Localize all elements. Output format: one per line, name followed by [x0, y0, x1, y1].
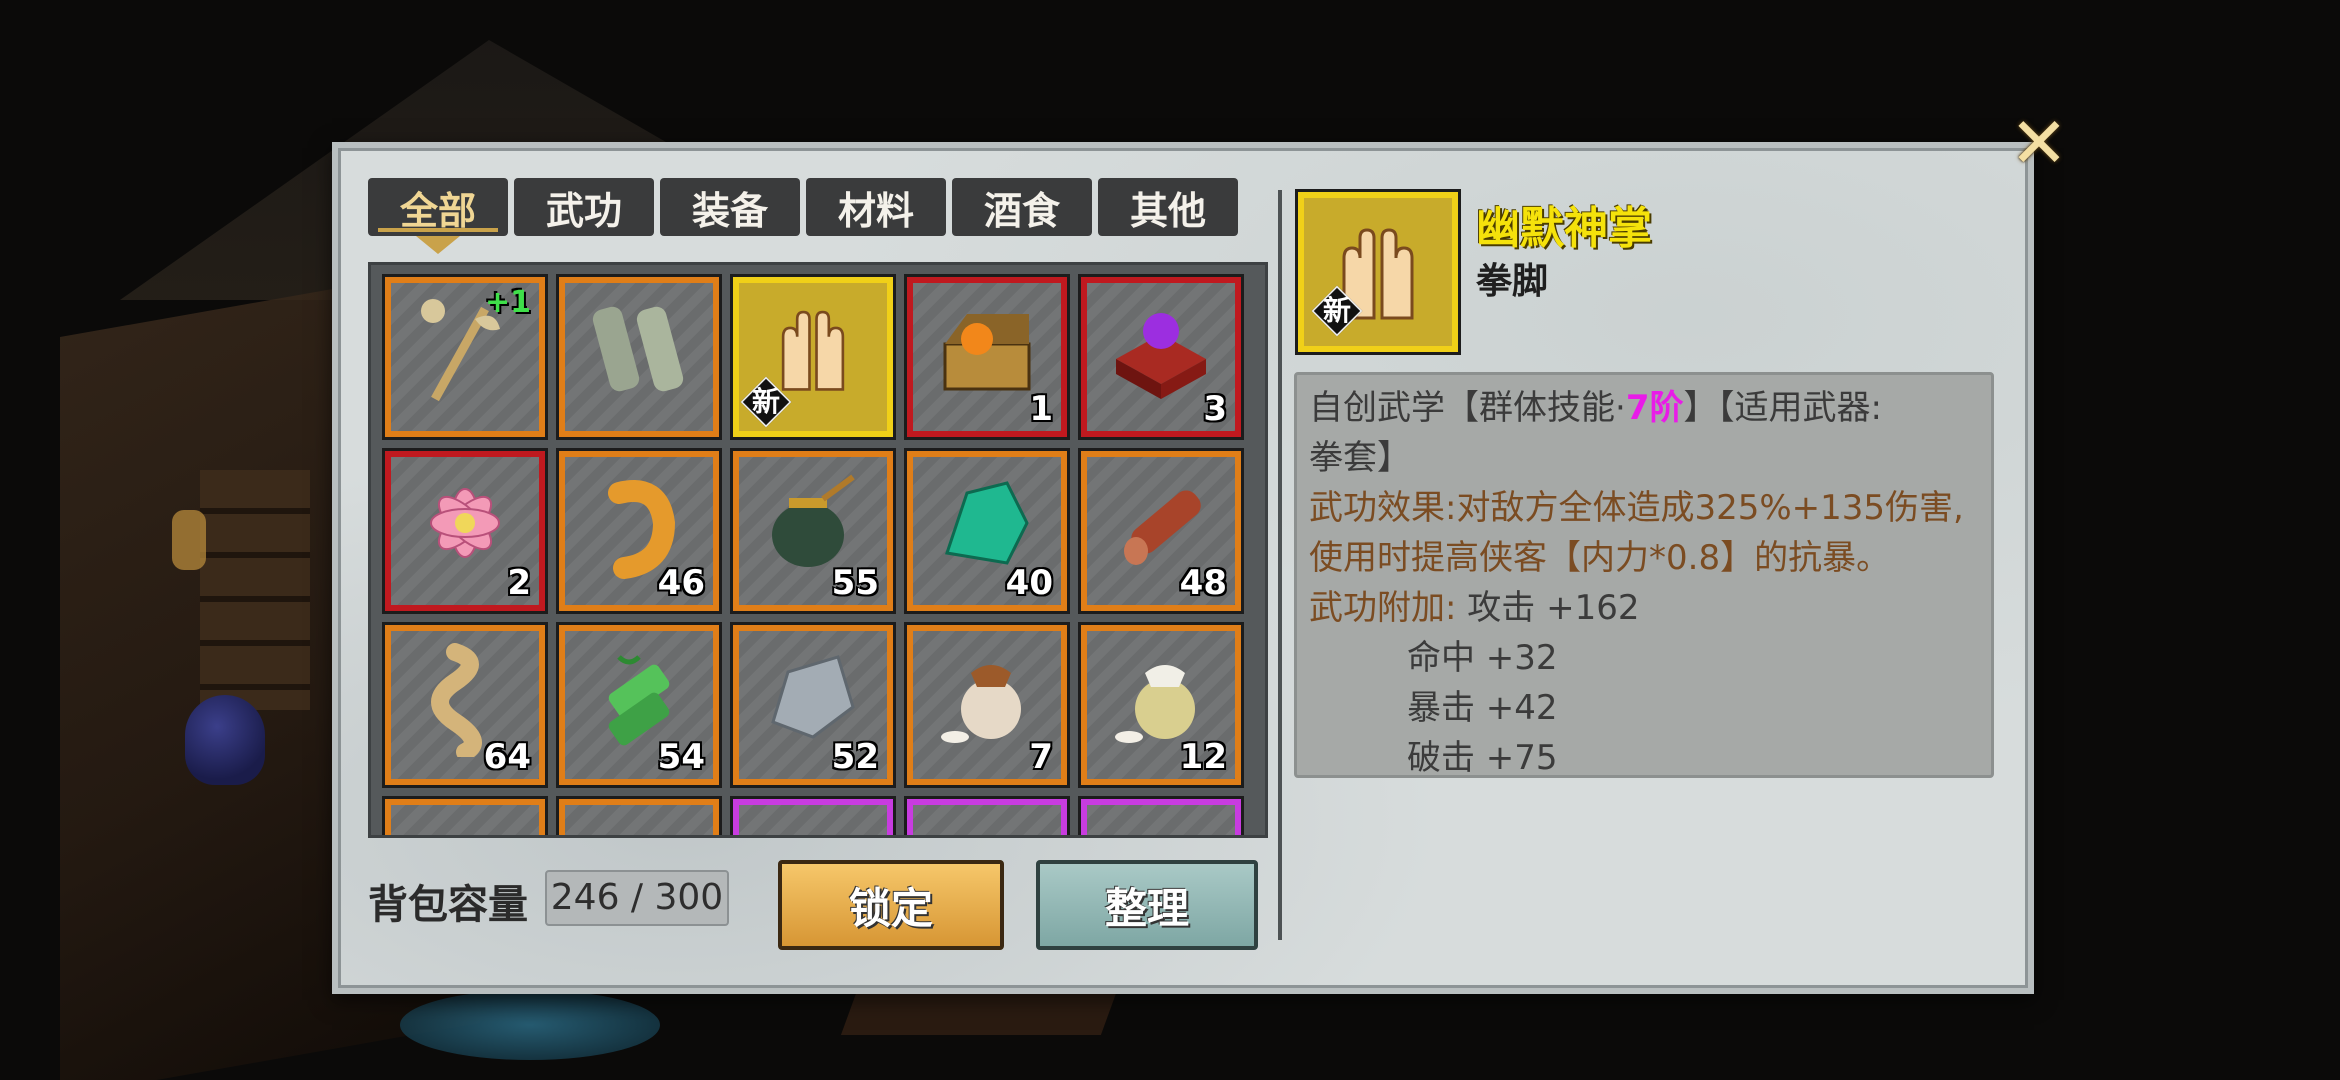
- item-quantity: 7: [1029, 737, 1053, 777]
- sort-button[interactable]: 整理: [1036, 860, 1258, 950]
- inventory-slot[interactable]: 新: [733, 277, 893, 437]
- tab-other[interactable]: 其他: [1098, 178, 1238, 236]
- item-quantity: 64: [483, 737, 531, 777]
- bonus-line-2: 命中 +32: [1407, 638, 1558, 678]
- inventory-slot[interactable]: 1: [907, 277, 1067, 437]
- inventory-slot[interactable]: 54: [559, 625, 719, 785]
- inventory-slot[interactable]: [733, 799, 893, 835]
- bookshelf: [200, 470, 310, 710]
- item-quantity: 52: [831, 737, 879, 777]
- selected-item-icon: 新: [1298, 192, 1458, 352]
- inventory-slot[interactable]: 55: [733, 451, 893, 611]
- weapon-line: 拳套】: [1309, 438, 1411, 478]
- item-quantity: 46: [657, 563, 705, 603]
- inventory-slot[interactable]: 40: [907, 451, 1067, 611]
- inventory-slot[interactable]: 52: [733, 625, 893, 785]
- enhance-level: +1: [484, 285, 531, 320]
- item-quantity: 40: [1005, 563, 1053, 603]
- new-badge: 新: [1311, 285, 1363, 337]
- bag-capacity-label: 背包容量: [368, 882, 528, 928]
- new-badge: 新: [740, 376, 792, 428]
- close-icon: ✕: [2009, 102, 2069, 184]
- inventory-slot[interactable]: [385, 799, 545, 835]
- item-quantity: 12: [1179, 737, 1227, 777]
- selected-item-category: 拳脚: [1476, 261, 1549, 302]
- skill-type-line: 自创武学【群体技能·7阶】【适用武器:: [1309, 388, 1882, 428]
- inventory-slot[interactable]: 12: [1081, 625, 1241, 785]
- bonus-line-4: 破击 +75: [1407, 738, 1558, 778]
- item-quantity: 1: [1029, 389, 1053, 429]
- item-quantity: 2: [507, 563, 531, 603]
- lock-button[interactable]: 锁定: [778, 860, 1004, 950]
- effect-line-2: 使用时提高侠客【内力*0.8】的抗暴。: [1309, 538, 1891, 578]
- item-grid: +1 新 1 3 2 46 55 40 48 64 54 52 7 12: [385, 277, 1241, 835]
- inventory-slot[interactable]: 2: [385, 451, 545, 611]
- inventory-slot[interactable]: 48: [1081, 451, 1241, 611]
- tab-all[interactable]: 全部: [368, 178, 508, 254]
- bonus-line-3: 暴击 +42: [1407, 688, 1558, 728]
- tab-equipment[interactable]: 装备: [660, 178, 800, 236]
- inventory-slot[interactable]: +1: [385, 277, 545, 437]
- item-description: 自创武学【群体技能·7阶】【适用武器: 拳套】 武功效果:对敌方全体造成325%…: [1294, 372, 1994, 778]
- inventory-slot[interactable]: [1081, 799, 1241, 835]
- item-quantity: 54: [657, 737, 705, 777]
- lantern: [172, 510, 206, 570]
- item-grid-scroll[interactable]: +1 新 1 3 2 46 55 40 48 64 54 52 7 12: [368, 262, 1268, 838]
- category-tabs: 全部 武功 装备 材料 酒食 其他: [368, 178, 1238, 254]
- bonus-line-1: 武功附加: 攻击 +162: [1309, 588, 1640, 628]
- tab-food-drink[interactable]: 酒食: [952, 178, 1092, 236]
- inventory-slot[interactable]: [559, 277, 719, 437]
- item-quantity: 48: [1179, 563, 1227, 603]
- vase: [185, 695, 265, 785]
- item-quantity: 55: [831, 563, 879, 603]
- inventory-slot[interactable]: 7: [907, 625, 1067, 785]
- tab-martial-arts[interactable]: 武功: [514, 178, 654, 236]
- inventory-slot[interactable]: [907, 799, 1067, 835]
- item-quantity: 3: [1203, 389, 1227, 429]
- panel-divider: [1278, 190, 1282, 940]
- rug: [400, 990, 660, 1060]
- inventory-slot[interactable]: 46: [559, 451, 719, 611]
- inventory-slot[interactable]: 64: [385, 625, 545, 785]
- iron-bracers-icon: [579, 289, 699, 413]
- effect-line-1: 武功效果:对敌方全体造成325%+135伤害,: [1309, 488, 1964, 528]
- inventory-slot[interactable]: [559, 799, 719, 835]
- close-button[interactable]: ✕: [2006, 102, 2072, 184]
- tab-materials[interactable]: 材料: [806, 178, 946, 236]
- inventory-slot[interactable]: 3: [1081, 277, 1241, 437]
- bag-capacity-value: 246 / 300: [545, 870, 729, 926]
- skill-tier: 7阶: [1625, 388, 1684, 428]
- selected-item-name: 幽默神掌: [1476, 203, 1652, 254]
